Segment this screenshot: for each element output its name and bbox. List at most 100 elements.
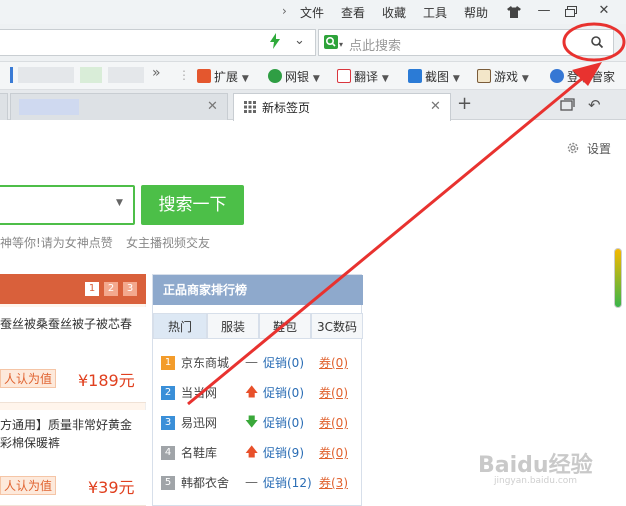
ranking-row[interactable]: 2 当当网 🡅 促销(0) 券(0)	[161, 382, 356, 404]
page-3-button[interactable]: 3	[123, 282, 137, 296]
skin-shirt-icon[interactable]	[500, 0, 528, 24]
hot-link[interactable]: 神等你!请为女神点赞	[0, 234, 113, 251]
merchant-name-link[interactable]: 京东商城	[181, 352, 229, 374]
bookmark-item-blurred[interactable]	[108, 67, 144, 83]
trend-flat-icon: —	[245, 475, 258, 490]
menu-chevron-icon[interactable]: ›	[282, 4, 287, 18]
grid-icon	[244, 101, 256, 116]
rank-number-badge: 1	[161, 356, 175, 370]
ranking-row[interactable]: 5 韩都衣舍 — 促销(12) 券(3)	[161, 472, 356, 494]
bookmark-item-blurred[interactable]	[80, 67, 102, 83]
promo-link[interactable]: 促销(0)	[263, 382, 304, 404]
rank-number-badge: 5	[161, 476, 175, 490]
trend-down-icon: 🡇	[245, 415, 259, 430]
tab-shoes-bags[interactable]: 鞋包	[259, 313, 311, 339]
coupon-link[interactable]: 券(3)	[319, 472, 348, 494]
lightning-icon[interactable]	[269, 33, 281, 52]
engine-dropdown-icon[interactable]: ▾	[339, 40, 343, 49]
ranking-row[interactable]: 1 京东商城 — 促销(0) 券(0)	[161, 352, 356, 374]
hot-link[interactable]: 女主播视频交友	[126, 234, 210, 251]
undo-close-icon[interactable]: ↶	[588, 96, 601, 114]
deal-title-line2[interactable]: 彩棉保暖裤	[0, 434, 60, 452]
address-bar: ⌄ ▾ 点此搜索	[0, 24, 626, 62]
menu-file[interactable]: 文件	[300, 4, 324, 21]
tab-hot[interactable]: 热门	[153, 313, 207, 339]
page-1-button[interactable]: 1	[85, 282, 99, 296]
coupon-link[interactable]: 券(0)	[319, 442, 348, 464]
close-window-button[interactable]: ✕	[590, 0, 618, 24]
tab-blurred[interactable]: ✕	[10, 93, 228, 120]
menu-favorites[interactable]: 收藏	[382, 4, 406, 21]
trend-up-icon: 🡅	[245, 385, 259, 400]
promo-link[interactable]: 促销(9)	[263, 442, 304, 464]
coupon-link[interactable]: 券(0)	[319, 352, 348, 374]
bookmark-label: 游戏	[494, 70, 519, 84]
bookmark-label: 登录管家	[567, 70, 616, 84]
search-icon[interactable]	[590, 35, 604, 52]
bookmark-label: 网银	[285, 70, 310, 84]
tab-partial[interactable]	[0, 93, 8, 120]
trend-up-icon: 🡅	[245, 445, 259, 460]
search-button[interactable]: 搜索一下	[141, 185, 244, 225]
tab-clothing[interactable]: 服装	[207, 313, 259, 339]
ranking-row[interactable]: 3 易迅网 🡇 促销(0) 券(0)	[161, 412, 356, 434]
deals-header: 1 2 3	[0, 274, 146, 304]
deal-badge: 人认为值	[0, 369, 57, 388]
gear-icon[interactable]	[566, 141, 580, 158]
url-input[interactable]: ⌄	[0, 29, 316, 56]
search-engine-icon[interactable]	[324, 35, 338, 49]
coupon-link[interactable]: 券(0)	[319, 382, 348, 404]
chevron-down-icon[interactable]: ⌄	[294, 33, 305, 48]
tab-bar: ✕ 新标签页 ✕ + ↶	[0, 90, 626, 121]
bookmark-screenshot[interactable]: 截图 ▼	[408, 68, 460, 85]
promo-link[interactable]: 促销(0)	[263, 412, 304, 434]
translate-icon	[337, 69, 351, 83]
settings-link[interactable]: 设置	[587, 140, 611, 157]
menu-help[interactable]: 帮助	[464, 4, 488, 21]
promo-link[interactable]: 促销(12)	[263, 472, 312, 494]
promo-link[interactable]: 促销(0)	[263, 352, 304, 374]
bookmark-bank[interactable]: 网银 ▼	[268, 68, 320, 85]
tab-close-icon[interactable]: ✕	[430, 99, 441, 114]
tab-list-icon[interactable]	[560, 98, 576, 115]
search-placeholder[interactable]: 点此搜索	[349, 35, 401, 54]
menu-tools[interactable]: 工具	[423, 4, 447, 21]
menu-bar: › 文件 查看 收藏 工具 帮助 — ✕	[0, 0, 626, 24]
restore-button[interactable]	[557, 0, 585, 24]
deal-card[interactable]: 蚕丝被桑蚕丝被子被芯春 人认为值 ¥189元	[0, 307, 146, 403]
scrollbar-handle[interactable]	[614, 248, 622, 308]
bookmark-item-blurred[interactable]	[10, 67, 13, 83]
bookmark-games[interactable]: 游戏 ▼	[477, 68, 529, 85]
merchant-name-link[interactable]: 易迅网	[181, 412, 217, 434]
merchant-name-link[interactable]: 当当网	[181, 382, 217, 404]
tab-blurred-title	[19, 99, 79, 115]
bookmark-label: 翻译	[354, 70, 379, 84]
tab-close-icon[interactable]: ✕	[207, 99, 218, 114]
watermark-sub: jingyan.baidu.com	[494, 476, 578, 486]
merchant-name-link[interactable]: 名鞋库	[181, 442, 217, 464]
new-tab-plus-icon[interactable]: +	[457, 93, 472, 114]
deal-card[interactable]: 方通用】质量非常好黄金 彩棉保暖裤 人认为值 ¥39元	[0, 410, 146, 506]
bookmark-label: 截图	[425, 70, 450, 84]
bookmark-login-manager[interactable]: 登录管家	[550, 68, 615, 85]
minimize-button[interactable]: —	[530, 0, 558, 24]
coupon-link[interactable]: 券(0)	[319, 412, 348, 434]
ranking-title: 正品商家排行榜	[153, 275, 363, 305]
more-bookmarks-icon[interactable]: »	[152, 65, 161, 81]
tab-3c-digital[interactable]: 3C数码	[311, 313, 363, 339]
menu-view[interactable]: 查看	[341, 4, 365, 21]
search-box[interactable]: ▾ 点此搜索	[318, 29, 614, 56]
main-search-input[interactable]: ▼	[0, 185, 135, 225]
bookmark-extension[interactable]: 扩展 ▼	[197, 68, 249, 85]
deal-title[interactable]: 方通用】质量非常好黄金	[0, 416, 132, 434]
page-2-button[interactable]: 2	[104, 282, 118, 296]
chevron-down-icon[interactable]: ▼	[116, 198, 123, 208]
ranking-row[interactable]: 4 名鞋库 🡅 促销(9) 券(0)	[161, 442, 356, 464]
bookmark-translate[interactable]: 翻译 ▼	[337, 68, 389, 85]
rank-number-badge: 3	[161, 416, 175, 430]
deal-title[interactable]: 蚕丝被桑蚕丝被子被芯春	[0, 315, 132, 333]
new-tab-page: 设置 ▼ 搜索一下 神等你!请为女神点赞 女主播视频交友 1 2 3 蚕丝被桑蚕…	[0, 121, 626, 506]
merchant-name-link[interactable]: 韩都衣舍	[181, 472, 229, 494]
tab-new-tab[interactable]: 新标签页 ✕	[233, 93, 451, 121]
bookmark-item-blurred[interactable]	[18, 67, 74, 83]
